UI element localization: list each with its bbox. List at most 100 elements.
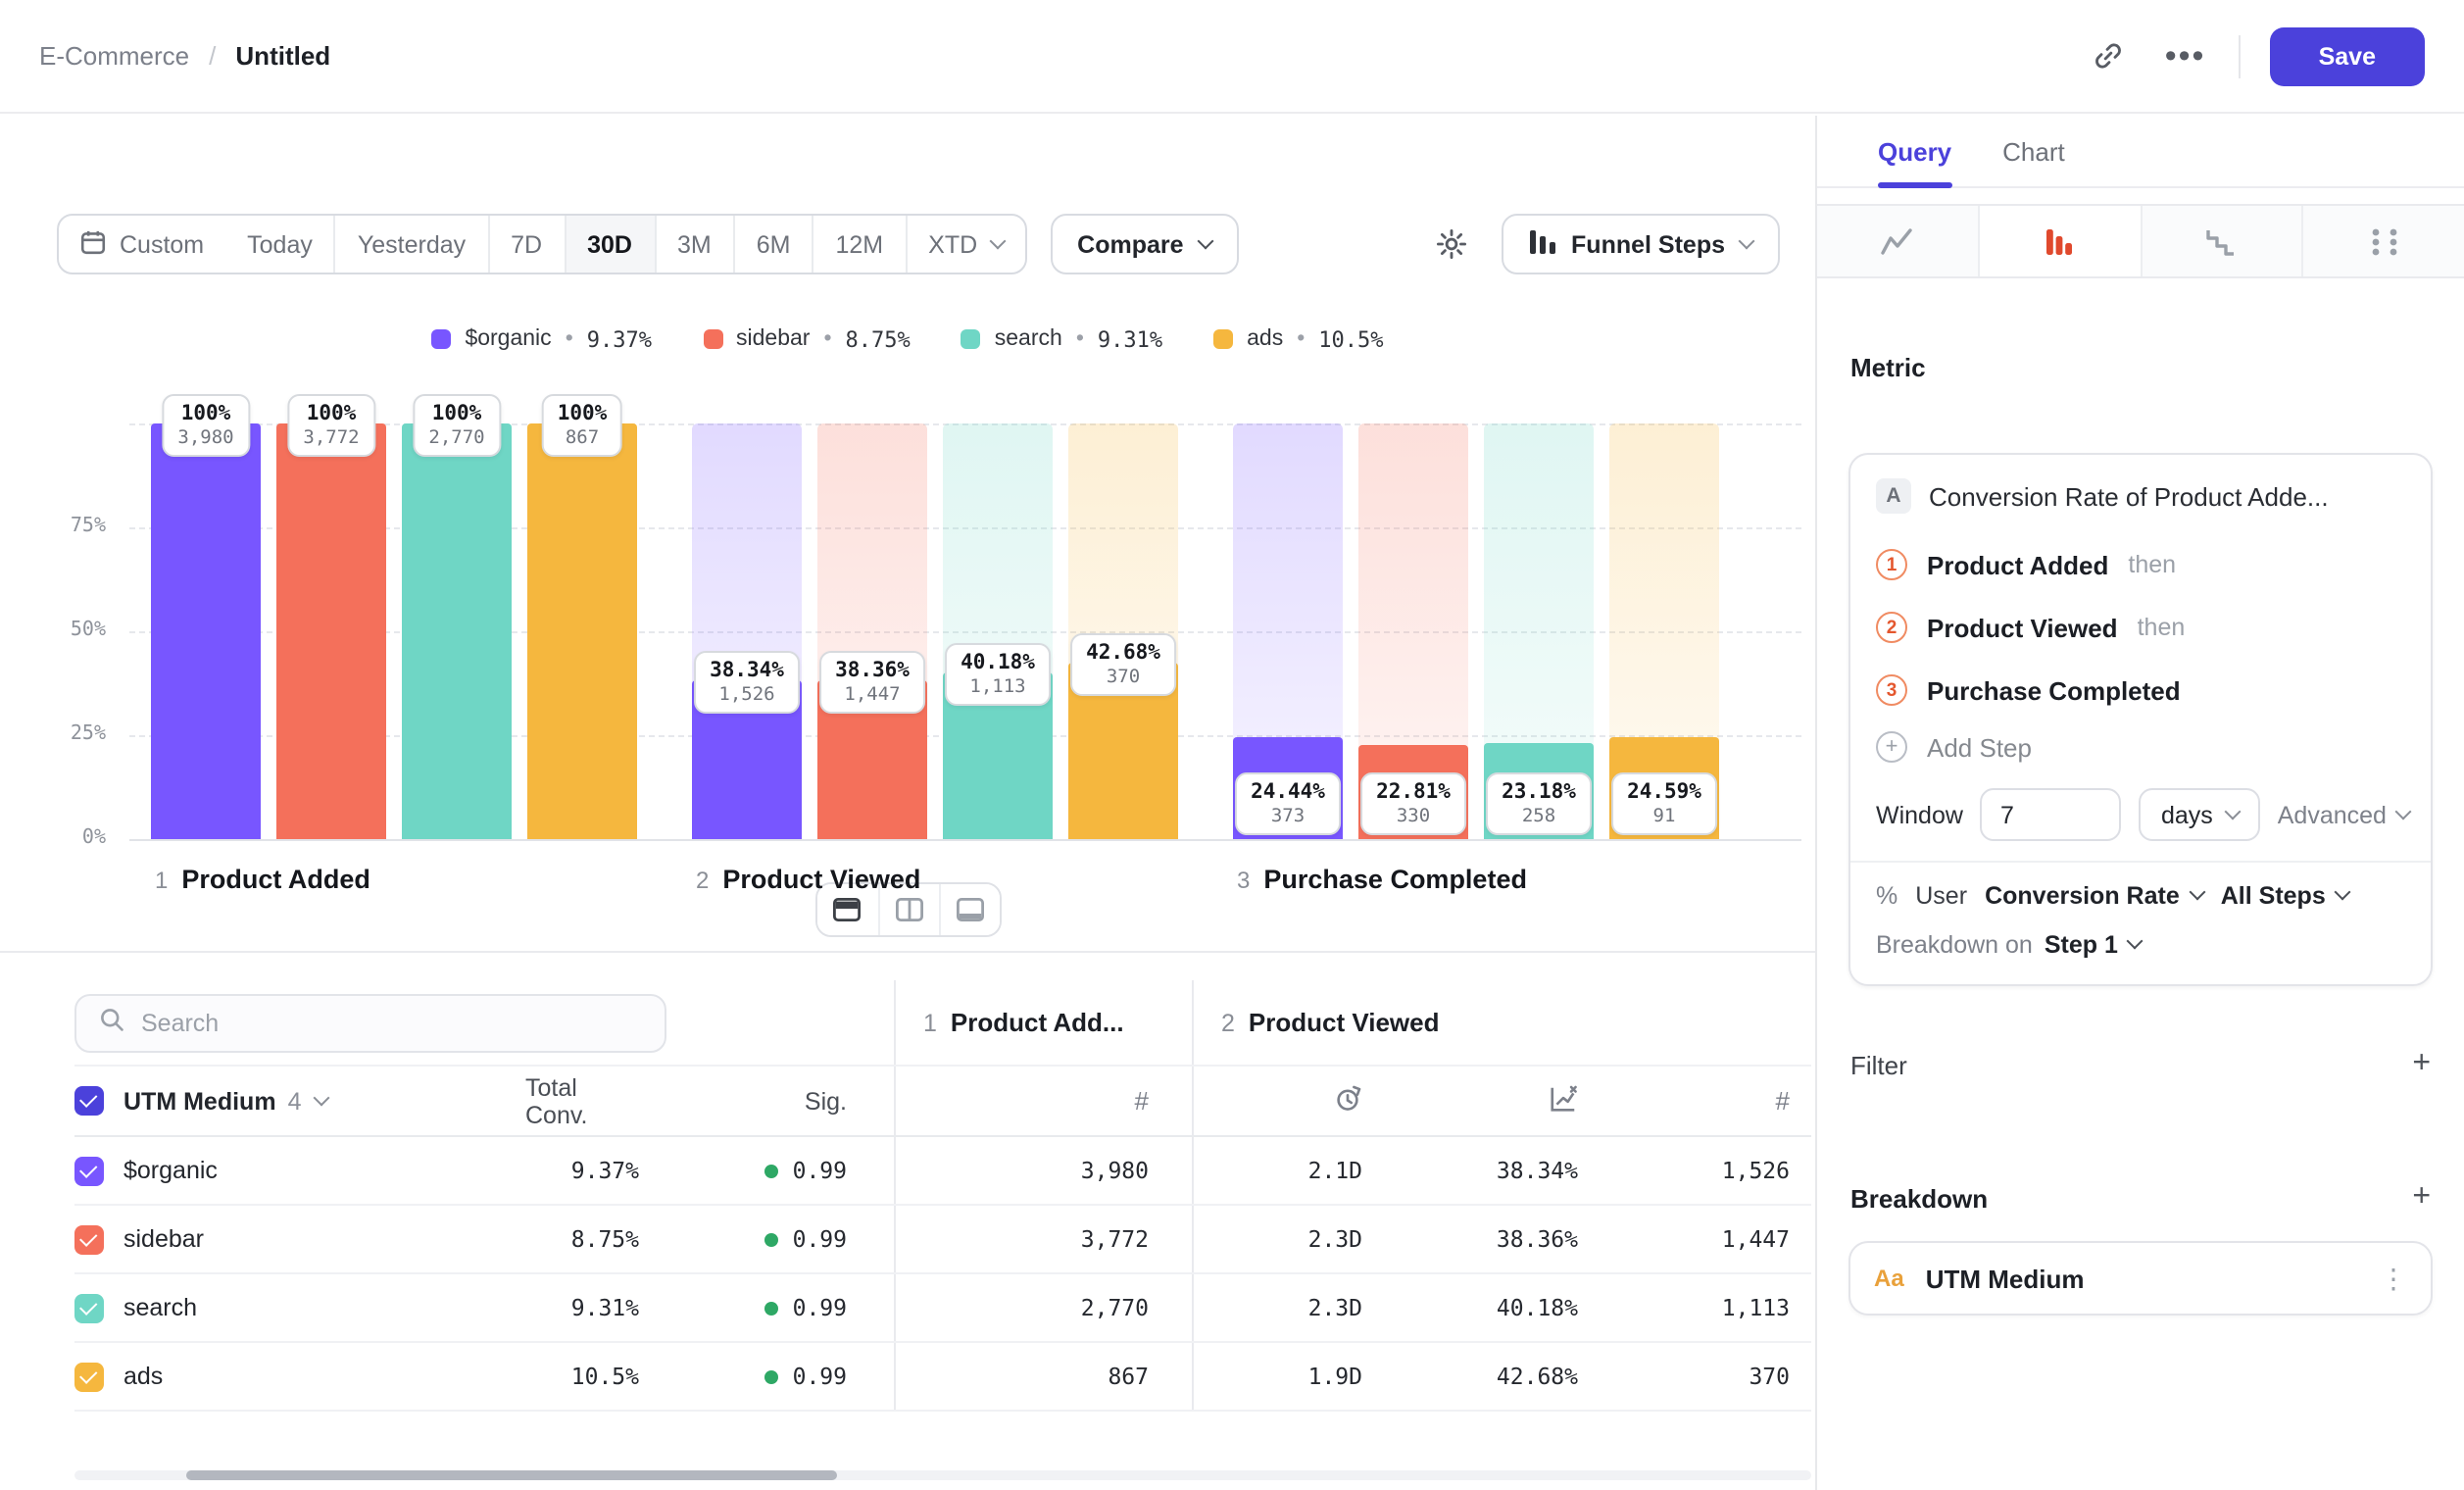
breakdown-property-card[interactable]: Aa UTM Medium ⋮ xyxy=(1848,1241,2433,1316)
range-yesterday[interactable]: Yesterday xyxy=(334,216,487,273)
chevron-down-icon xyxy=(2335,884,2351,901)
step-axis-label: 3Purchase Completed xyxy=(1233,865,1719,894)
table-group-header-row: 1 Product Add... 2 Product Viewed xyxy=(74,980,1811,1067)
steps-scope-select[interactable]: All Steps xyxy=(2221,882,2349,910)
breakdown-property-name: UTM Medium xyxy=(1926,1264,2085,1293)
metric-step[interactable]: 2Product Viewedthen xyxy=(1876,596,2405,659)
funnel-bar[interactable] xyxy=(276,423,386,839)
range-30d[interactable]: 30D xyxy=(564,216,654,273)
legend-item[interactable]: sidebar•8.75% xyxy=(703,325,911,353)
window-unit-select[interactable]: days xyxy=(2140,788,2260,841)
legend-item[interactable]: $organic•9.37% xyxy=(431,325,652,353)
chevron-down-icon xyxy=(989,232,1006,249)
sig-column-header[interactable]: Sig. xyxy=(678,1067,894,1135)
funnel-bar[interactable] xyxy=(151,423,261,839)
legend-series-conv: 9.31% xyxy=(1098,326,1162,352)
bar-slot: 100%2,770 xyxy=(402,423,512,839)
range-xtd[interactable]: XTD xyxy=(905,216,1024,273)
tab-chart[interactable]: Chart xyxy=(2002,116,2065,186)
kebab-menu-icon[interactable]: ⋮ xyxy=(2380,1262,2407,1295)
window-value-input[interactable] xyxy=(1981,788,2122,841)
funnel-step-group: 100%3,980100%3,772100%2,770100%8671Produ… xyxy=(151,423,637,894)
save-button[interactable]: Save xyxy=(2270,26,2425,85)
table-body: $organic9.37%0.993,9802.1D38.34%1,526sid… xyxy=(74,1137,1811,1412)
legend-dot-separator: • xyxy=(1297,327,1305,351)
legend-dot-separator: • xyxy=(823,327,831,351)
chart-settings-gear-icon[interactable] xyxy=(1428,221,1475,268)
tab-query[interactable]: Query xyxy=(1878,116,1951,186)
measure-entity[interactable]: User xyxy=(1915,882,1967,910)
legend-swatch xyxy=(431,329,451,349)
total-conv-column-header[interactable]: Total Conv. xyxy=(525,1067,678,1135)
step1-count-column-header[interactable]: # xyxy=(894,1067,1192,1135)
table-row[interactable]: ads10.5%0.998671.9D42.68%370 xyxy=(74,1343,1811,1412)
search-input[interactable] xyxy=(141,1009,643,1036)
string-property-icon: Aa xyxy=(1874,1265,1904,1292)
legend-item[interactable]: ads•10.5% xyxy=(1213,325,1383,353)
time-to-convert-column-header[interactable] xyxy=(1192,1067,1384,1135)
metric-step[interactable]: 3Purchase Completed xyxy=(1876,659,2405,721)
panel-tabs: Query Chart xyxy=(1817,116,2464,188)
select-all-checkbox[interactable] xyxy=(74,1086,104,1116)
funnels-tab[interactable] xyxy=(1980,206,2143,276)
metric-title: Conversion Rate of Product Adde... xyxy=(1929,481,2329,511)
calendar-icon xyxy=(80,228,106,260)
legend-item[interactable]: search•9.31% xyxy=(961,325,1162,353)
step2-count-column-header[interactable]: # xyxy=(1600,1067,1811,1135)
range-12m[interactable]: 12M xyxy=(813,216,906,273)
funnel-step-group: 24.44%37322.81%33023.18%25824.59%913Purc… xyxy=(1233,423,1719,894)
row-checkbox[interactable] xyxy=(74,1224,104,1254)
range-7d[interactable]: 7D xyxy=(487,216,564,273)
range-6m[interactable]: 6M xyxy=(733,216,813,273)
table-row[interactable]: $organic9.37%0.993,9802.1D38.34%1,526 xyxy=(74,1137,1811,1206)
funnel-bar[interactable] xyxy=(527,423,637,839)
steps-scope-label: All Steps xyxy=(2221,882,2326,910)
breadcrumb-project[interactable]: E-Commerce xyxy=(39,41,189,71)
chart-type-label: Funnel Steps xyxy=(1571,230,1725,258)
add-breakdown-button[interactable]: + xyxy=(2412,1182,2431,1214)
chevron-down-icon[interactable] xyxy=(313,1089,329,1106)
step-name: Product Added xyxy=(1927,550,2108,579)
breakdown-on-prefix: Breakdown on xyxy=(1876,931,2033,959)
flows-tab[interactable] xyxy=(2304,206,2464,276)
share-link-icon[interactable] xyxy=(2086,32,2133,79)
breakdown-column-label[interactable]: UTM Medium xyxy=(123,1087,276,1115)
advanced-toggle[interactable]: Advanced xyxy=(2278,801,2410,828)
range-today[interactable]: Today xyxy=(225,216,334,273)
table-row[interactable]: sidebar8.75%0.993,7722.3D38.36%1,447 xyxy=(74,1206,1811,1274)
funnel-bars-icon xyxy=(1528,228,1555,260)
compare-button[interactable]: Compare xyxy=(1050,214,1238,274)
horizontal-scrollbar-thumb[interactable] xyxy=(186,1470,837,1480)
breadcrumb-title[interactable]: Untitled xyxy=(235,41,330,71)
bar-slot: 42.68%370 xyxy=(1068,423,1178,839)
count-icon: # xyxy=(1135,1086,1149,1116)
measure-metric-select[interactable]: Conversion Rate xyxy=(1985,882,2203,910)
legend-series-name: ads xyxy=(1247,327,1283,351)
bar-slot: 40.18%1,113 xyxy=(943,423,1053,839)
funnel-bar[interactable] xyxy=(402,423,512,839)
range-3m[interactable]: 3M xyxy=(654,216,733,273)
metric-step[interactable]: 1Product Addedthen xyxy=(1876,533,2405,596)
row-name: ads xyxy=(123,1363,163,1390)
bar-slot: 100%867 xyxy=(527,423,637,839)
legend-swatch xyxy=(1213,329,1233,349)
chart-kind-tabs xyxy=(1817,204,2464,278)
range-custom[interactable]: Custom xyxy=(59,216,225,273)
breakdown-step-select[interactable]: Step 1 xyxy=(2045,931,2142,959)
more-options-icon[interactable]: ••• xyxy=(2162,32,2209,79)
row-checkbox[interactable] xyxy=(74,1293,104,1322)
chart-type-selector[interactable]: Funnel Steps xyxy=(1501,214,1780,274)
row-checkbox[interactable] xyxy=(74,1362,104,1391)
add-filter-button[interactable]: + xyxy=(2412,1049,2431,1080)
funnel-bars-icon xyxy=(2045,226,2074,256)
conversion-rate-column-header[interactable] xyxy=(1384,1067,1600,1135)
table-row[interactable]: search9.31%0.992,7702.3D40.18%1,113 xyxy=(74,1274,1811,1343)
retention-tab[interactable] xyxy=(2142,206,2304,276)
add-step-button[interactable]: + Add Step xyxy=(1876,721,2405,772)
row-step2-conv: 38.36% xyxy=(1384,1206,1600,1272)
step-number-badge: 1 xyxy=(1876,549,1907,580)
table-search[interactable] xyxy=(74,993,666,1052)
metric-title-row[interactable]: A Conversion Rate of Product Adde... xyxy=(1876,478,2405,514)
insights-tab[interactable] xyxy=(1817,206,1980,276)
row-checkbox[interactable] xyxy=(74,1156,104,1185)
